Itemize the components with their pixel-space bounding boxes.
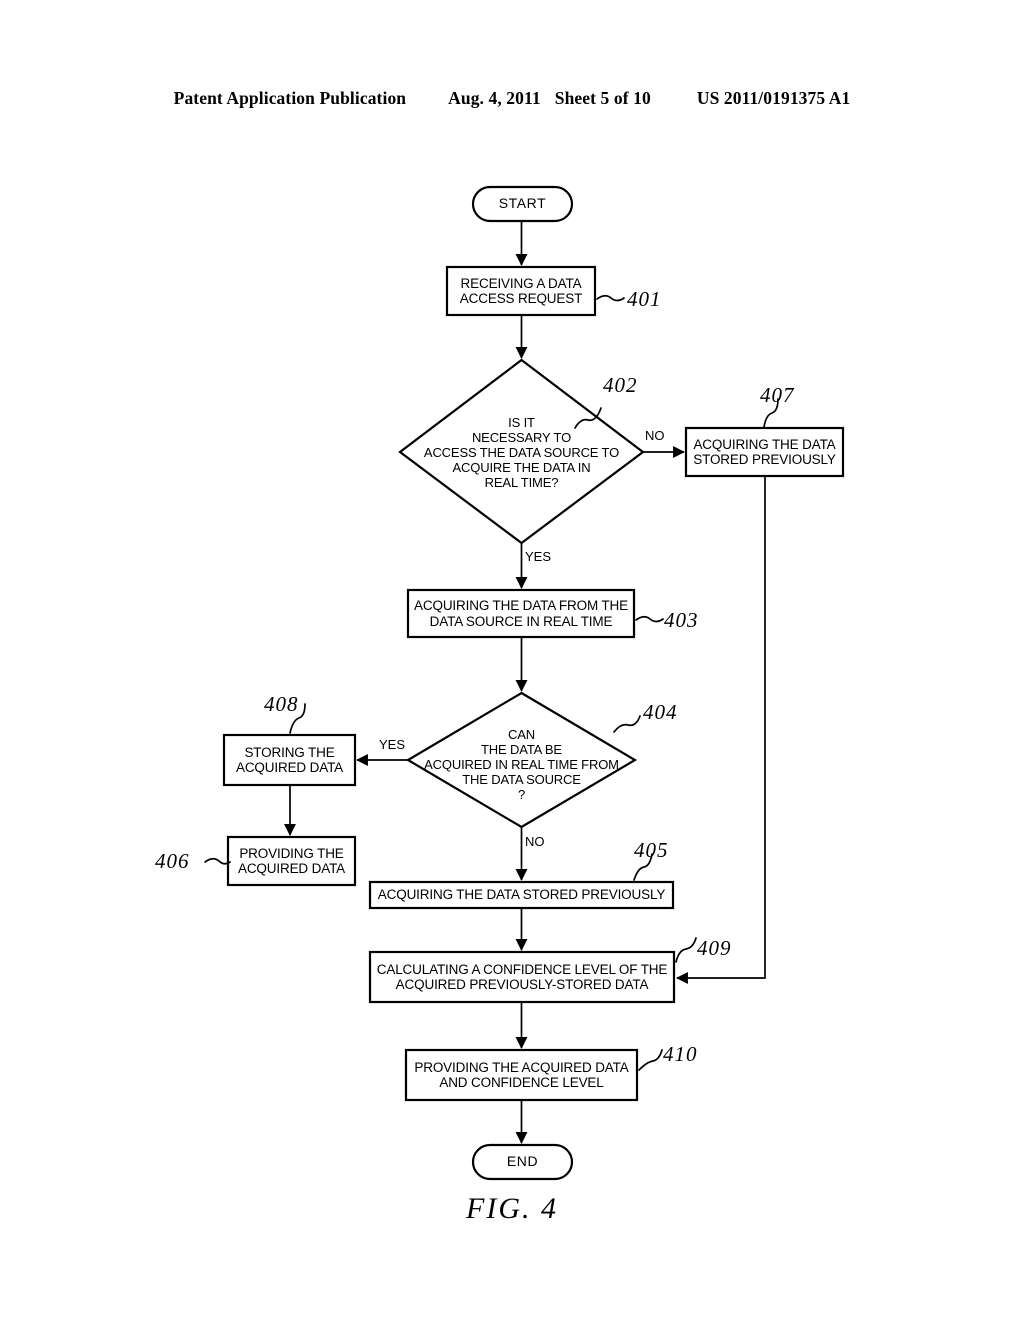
- leader-401: [596, 294, 625, 302]
- edge-label-404-no: NO: [525, 834, 545, 849]
- leader-409: [675, 937, 697, 963]
- node-403-shape: [406, 588, 636, 639]
- ref-numeral-404: 404: [643, 700, 678, 724]
- ref-numeral-405: 405: [634, 838, 669, 862]
- edge-label-402-no: NO: [645, 428, 665, 443]
- ref-numeral-403: 403: [664, 608, 699, 632]
- node-405-shape: [368, 880, 675, 910]
- node-407-shape: [684, 426, 845, 478]
- node-410-shape: [404, 1048, 639, 1102]
- leader-406: [204, 857, 231, 865]
- leader-404: [613, 715, 641, 733]
- node-406-shape: [226, 835, 357, 887]
- ref-numeral-410: 410: [663, 1042, 698, 1066]
- ref-numeral-406: 406: [155, 849, 190, 873]
- node-408-shape: [222, 733, 357, 787]
- edge-label-402-yes: YES: [525, 549, 552, 564]
- leader-403: [635, 615, 664, 623]
- leader-410: [638, 1049, 663, 1071]
- ref-numeral-407: 407: [760, 383, 795, 407]
- node-404-shape: [405, 691, 638, 829]
- ref-numeral-402: 402: [603, 373, 638, 397]
- node-409-shape: [368, 950, 676, 1004]
- flowchart: START RECEIVING A DATA ACCESS REQUEST IS…: [0, 0, 1024, 1320]
- edge-label-404-yes: YES: [379, 737, 406, 752]
- node-401-shape: [445, 265, 597, 317]
- ref-numeral-401: 401: [627, 287, 662, 311]
- ref-numeral-408: 408: [264, 692, 299, 716]
- start-terminal-shape: [471, 185, 574, 223]
- ref-numeral-409: 409: [697, 936, 732, 960]
- end-terminal-shape: [471, 1143, 574, 1181]
- flowchart-shapes: [204, 185, 845, 1181]
- edge-407-to-409: [676, 476, 766, 984]
- figure-caption: FIG. 4: [466, 1192, 558, 1225]
